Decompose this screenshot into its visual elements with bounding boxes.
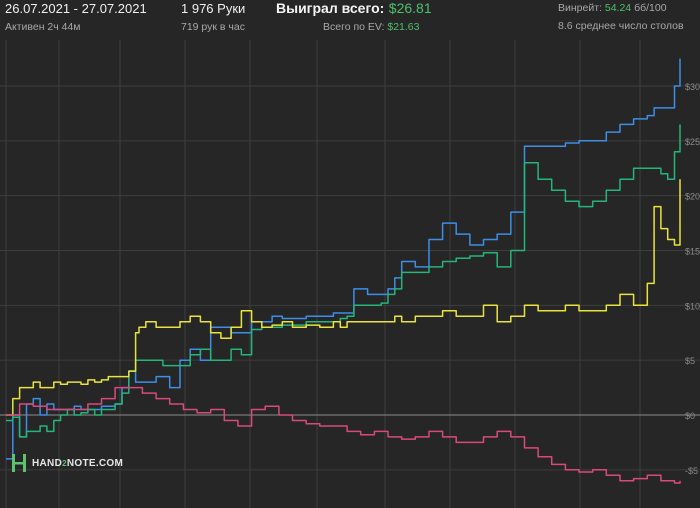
date-range: 26.07.2021 - 27.07.2021 [5, 1, 147, 16]
ev-total-value: $21.63 [387, 21, 420, 33]
won-total: Выиграл всего: $26.81 [276, 0, 432, 18]
y-tick-label: $10 [685, 301, 700, 311]
winrate: Винрейт: 54.24 бб/100 [558, 2, 667, 14]
y-tick-label: $20 [685, 192, 700, 202]
active-time: Активен 2ч 44м [5, 21, 81, 33]
won-total-value: $26.81 [388, 0, 432, 16]
y-tick-label: -$5 [685, 466, 698, 476]
series-line-yellow [6, 179, 681, 416]
y-tick-label: $0 [685, 411, 695, 421]
won-total-label: Выиграл всего: [276, 0, 385, 16]
logo-text-hand: HAND [32, 457, 63, 469]
y-tick-label: $15 [685, 247, 700, 257]
hand2note-logo: HAND2NOTE.COM [12, 454, 123, 472]
profit-chart: -$5 $0 $5 $10 $15 $20 $25 $30 [0, 40, 700, 508]
logo-mark-icon [12, 454, 26, 472]
hands-per-hour: 719 рук в час [181, 21, 245, 33]
y-tick-label: $5 [685, 356, 695, 366]
ev-total-label: Всего по EV: [323, 21, 385, 33]
winrate-unit: бб/100 [634, 2, 667, 14]
tick-labels: -$5 $0 $5 $10 $15 $20 $25 $30 [685, 82, 700, 476]
winrate-value: 54.24 [604, 2, 632, 14]
avg-tables: 8.6 среднее число столов [558, 20, 684, 32]
logo-text-note: NOTE.COM [66, 457, 124, 469]
summary-header: 26.07.2021 - 27.07.2021 Активен 2ч 44м 1… [0, 0, 700, 40]
logo-text: HAND2NOTE.COM [32, 458, 123, 469]
grid-layer [0, 40, 700, 508]
y-tick-label: $25 [685, 137, 700, 147]
series-layer [6, 58, 681, 484]
hands-count: 1 976 Руки [181, 1, 246, 16]
y-tick-label: $30 [685, 82, 700, 92]
ev-total: Всего по EV: $21.63 [323, 21, 419, 33]
winrate-label: Винрейт: [558, 2, 602, 14]
series-line-green [6, 124, 681, 438]
